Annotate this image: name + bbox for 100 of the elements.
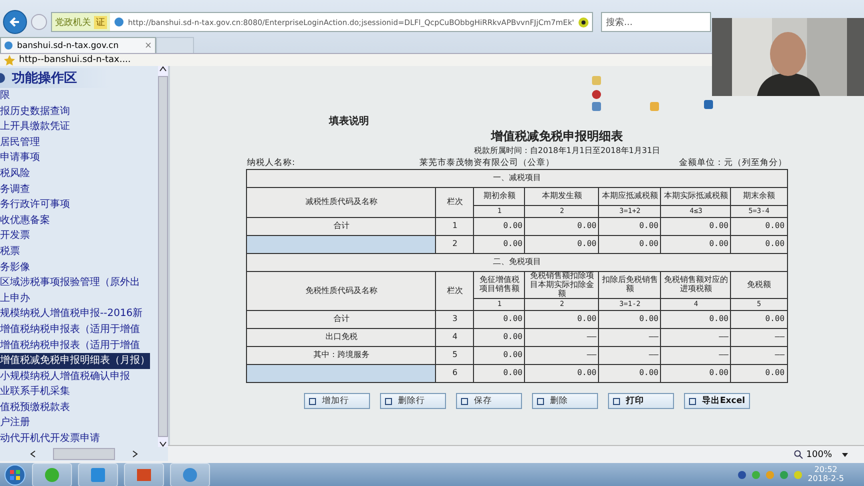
sidebar-item[interactable]: 户注册	[0, 415, 158, 432]
form-button[interactable]: 保存	[456, 393, 522, 410]
sidebar-item[interactable]: 增值税纳税申报表（适用于增值	[0, 322, 158, 338]
zoom-level[interactable]: 100%	[806, 450, 832, 460]
table-cell: 0.00	[730, 218, 788, 236]
section-title: 二、免税项目	[246, 254, 788, 272]
start-button[interactable]	[4, 464, 26, 486]
table-cell: 0.00	[730, 310, 788, 329]
taxpayer-name: 莱芜市泰茂物资有限公司（公章）	[419, 157, 554, 169]
table-cell: 0.00	[524, 218, 599, 236]
line-number: 3	[436, 310, 474, 329]
sidebar-item[interactable]: 小规模纳税人增值税确认申报	[0, 368, 158, 384]
instructions-link[interactable]: 填表说明	[329, 114, 787, 128]
sidebar-item[interactable]: 开发票	[0, 228, 158, 244]
form-button[interactable]: 导出Excel	[684, 393, 750, 410]
back-button[interactable]	[3, 10, 27, 34]
column-header: 栏次	[436, 188, 474, 218]
sidebar-item[interactable]: 限	[0, 88, 158, 104]
table-cell: 0.00	[524, 236, 599, 254]
security-label: 党政机关	[55, 16, 91, 28]
computer-icon[interactable]	[592, 102, 601, 111]
window-icon[interactable]	[704, 100, 713, 109]
name-input[interactable]	[246, 364, 436, 383]
table-cell: ——	[598, 346, 661, 365]
name-input[interactable]	[246, 236, 436, 254]
compatibility-icon[interactable]	[578, 16, 590, 28]
dropdown-arrow-icon[interactable]	[842, 452, 848, 456]
taskbar-app[interactable]	[78, 463, 118, 486]
table-cell: 0.00	[524, 364, 599, 383]
form-button[interactable]: 增加行	[304, 393, 370, 410]
form-button[interactable]: 删除	[532, 393, 598, 410]
taskbar-app[interactable]	[170, 463, 210, 486]
table-cell: ——	[660, 328, 731, 347]
taskbar-app[interactable]	[32, 463, 72, 486]
column-header: 减税性质代码及名称	[246, 188, 436, 218]
column-header: 免征增值税项目销售额	[474, 272, 525, 299]
sidebar-item[interactable]: 上开具缴款凭证	[0, 119, 158, 135]
sidebar-item[interactable]: 务调查	[0, 182, 158, 198]
table-cell: 0.00	[474, 364, 525, 383]
sidebar-item[interactable]: 区域涉税事项报验管理（原外出	[0, 275, 158, 291]
browser-tab[interactable]: banshui.sd-n-tax.gov.cn ×	[0, 37, 156, 53]
form-button[interactable]: 打印	[608, 393, 674, 410]
column-header: 期末余额	[730, 188, 788, 206]
search-field[interactable]: 搜索...	[601, 12, 711, 32]
sidebar-item[interactable]: 动代开机代开发票申请	[0, 431, 158, 447]
sidebar-item[interactable]: 务行政许可事项	[0, 197, 158, 213]
table-cell: 0.00	[730, 364, 788, 383]
line-number: 2	[436, 236, 474, 254]
table-cell: ——	[730, 346, 788, 365]
clock-date: 2018-2-5	[808, 475, 844, 484]
sidebar-item[interactable]: 税票	[0, 244, 158, 260]
clock-time: 20:52	[814, 466, 838, 475]
folder-icon[interactable]	[650, 102, 659, 111]
favorite-link[interactable]: http--banshui.sd-n-tax....	[19, 55, 131, 65]
column-header: 栏次	[436, 272, 474, 311]
section-title: 一、减税项目	[246, 170, 788, 188]
form-button[interactable]: 删除行	[380, 393, 446, 410]
sidebar-title: 功能操作区	[12, 70, 77, 87]
table-cell: ——	[730, 328, 788, 347]
table-cell: 0.00	[660, 310, 731, 329]
table-cell: 0.00	[524, 310, 599, 329]
line-number: 6	[436, 364, 474, 383]
taxpayer-label: 纳税人名称:	[247, 157, 295, 169]
sidebar-item[interactable]: 值税预缴税款表	[0, 400, 158, 416]
sidebar-item[interactable]: 居民管理	[0, 134, 158, 150]
table-cell: 0.00	[730, 236, 788, 254]
column-header: 免税性质代码及名称	[246, 272, 436, 311]
sidebar-item[interactable]: 务影像	[0, 260, 158, 276]
sidebar-item[interactable]: 规模纳税人增值税申报--2016新	[0, 306, 158, 322]
sidebar-item[interactable]: 收优惠备案	[0, 212, 158, 228]
table-cell: 0.00	[474, 218, 525, 236]
column-header: 本期发生额	[524, 188, 599, 206]
star-icon[interactable]	[4, 54, 15, 66]
tax-period: 税款所属时间：自2018年1月1日至2018年1月31日	[474, 145, 660, 156]
table-cell: 0.00	[660, 364, 731, 383]
browser-icon	[44, 467, 60, 483]
line-number: 4	[436, 328, 474, 347]
vertical-scrollbar[interactable]	[158, 66, 168, 447]
column-header: 本期实际抵减税额	[660, 188, 731, 206]
close-icon[interactable]: ×	[144, 40, 152, 50]
table-cell: ——	[524, 328, 599, 347]
ball-icon[interactable]	[592, 90, 601, 99]
sidebar-item[interactable]: 税风险	[0, 166, 158, 182]
globe-icon	[114, 17, 124, 27]
table-cell: 0.00	[598, 364, 661, 383]
sidebar-item[interactable]: 业联系手机采集	[0, 384, 158, 400]
sidebar-item[interactable]: 增值税减免税申报明细表（月报）	[0, 353, 150, 369]
sidebar-item[interactable]: 上申办	[0, 290, 158, 306]
column-header: 免税额	[730, 272, 788, 299]
certificate-badge: 证	[94, 16, 107, 28]
presentation-icon	[136, 467, 152, 483]
taskbar-app[interactable]	[124, 463, 164, 486]
sidebar-item[interactable]: 报历史数据查询	[0, 104, 158, 120]
box-icon	[90, 467, 106, 483]
table-cell: 合计	[246, 310, 436, 329]
sidebar-item[interactable]: 申请事项	[0, 150, 158, 166]
sidebar-item[interactable]: 增值税纳税申报表（适用于增值	[0, 338, 158, 354]
table-cell: 0.00	[598, 236, 661, 254]
table-cell: 0.00	[474, 236, 525, 254]
forward-button[interactable]	[31, 14, 47, 30]
